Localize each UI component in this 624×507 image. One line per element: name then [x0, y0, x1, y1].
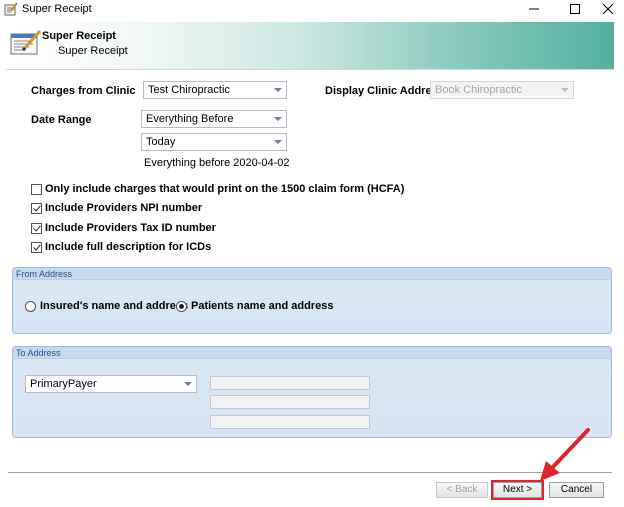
chevron-down-icon: [274, 117, 282, 121]
close-icon: [603, 4, 613, 14]
close-button[interactable]: [592, 0, 624, 18]
checkbox-providers-tax-id[interactable]: Include Providers Tax ID number: [31, 221, 216, 235]
back-button[interactable]: < Back: [436, 482, 488, 498]
charges-from-clinic-label: Charges from Clinic: [31, 85, 136, 97]
date-range-date-value: Today: [146, 136, 176, 148]
date-range-mode-value: Everything Before: [146, 113, 234, 125]
checkbox-box[interactable]: [31, 241, 42, 253]
banner-title: Super Receipt: [42, 30, 116, 42]
to-address-group: To Address PrimaryPayer: [12, 346, 612, 438]
to-address-line-3[interactable]: [210, 415, 370, 429]
to-address-line-2[interactable]: [210, 395, 370, 409]
checkbox-providers-npi[interactable]: Include Providers NPI number: [31, 201, 202, 215]
date-range-label: Date Range: [31, 114, 92, 126]
payer-value: PrimaryPayer: [30, 378, 97, 390]
app-icon: [4, 2, 18, 16]
checkbox-label: Only include charges that would print on…: [45, 183, 405, 195]
checkbox-full-icd-description[interactable]: Include full description for ICDs: [31, 240, 211, 254]
display-clinic-address-select[interactable]: Book Chiropractic: [430, 81, 574, 99]
date-range-date-select[interactable]: Today: [141, 133, 287, 151]
minimize-button[interactable]: [518, 0, 550, 18]
radio-patient-address[interactable]: Patients name and address: [176, 300, 333, 312]
from-address-group: From Address Insured's name and address …: [12, 267, 612, 334]
payer-select[interactable]: PrimaryPayer: [25, 375, 197, 393]
minimize-icon: [529, 8, 539, 10]
display-clinic-address-value: Book Chiropractic: [435, 84, 522, 96]
checkbox-label: Include Providers NPI number: [45, 202, 203, 214]
annotation-arrow-icon: [540, 428, 590, 481]
maximize-icon: [570, 4, 580, 14]
to-address-header: To Address: [13, 347, 611, 359]
to-address-line-1[interactable]: [210, 376, 370, 390]
chevron-down-icon: [274, 140, 282, 144]
checkbox-label: Include full description for ICDs: [45, 241, 212, 253]
from-address-header: From Address: [13, 268, 611, 280]
header-banner: Super Receipt Super Receipt: [6, 22, 614, 70]
checkbox-box[interactable]: [31, 202, 42, 214]
title-bar: Super Receipt: [0, 0, 624, 18]
receipt-pencil-icon: [10, 29, 42, 55]
checkbox-hcfa-only[interactable]: Only include charges that would print on…: [31, 182, 404, 196]
charges-from-clinic-value: Test Chiropractic: [148, 84, 230, 96]
window-title: Super Receipt: [22, 3, 92, 15]
radio-label: Patients name and address: [191, 300, 334, 312]
checkbox-box[interactable]: [31, 183, 42, 195]
radio-button[interactable]: [176, 300, 187, 312]
date-range-mode-select[interactable]: Everything Before: [141, 110, 287, 128]
checkbox-label: Include Providers Tax ID number: [45, 222, 216, 234]
chevron-down-icon: [184, 382, 192, 386]
charges-from-clinic-select[interactable]: Test Chiropractic: [143, 81, 287, 99]
radio-insured-address[interactable]: Insured's name and address: [25, 300, 188, 312]
chevron-down-icon: [561, 88, 569, 92]
checkbox-box[interactable]: [31, 222, 42, 234]
date-range-summary: Everything before 2020-04-02: [144, 157, 290, 169]
chevron-down-icon: [274, 88, 282, 92]
radio-label: Insured's name and address: [40, 300, 189, 312]
banner-subtitle: Super Receipt: [58, 45, 128, 57]
footer-divider: [8, 472, 612, 473]
maximize-button[interactable]: [559, 0, 591, 18]
radio-button[interactable]: [25, 300, 36, 312]
